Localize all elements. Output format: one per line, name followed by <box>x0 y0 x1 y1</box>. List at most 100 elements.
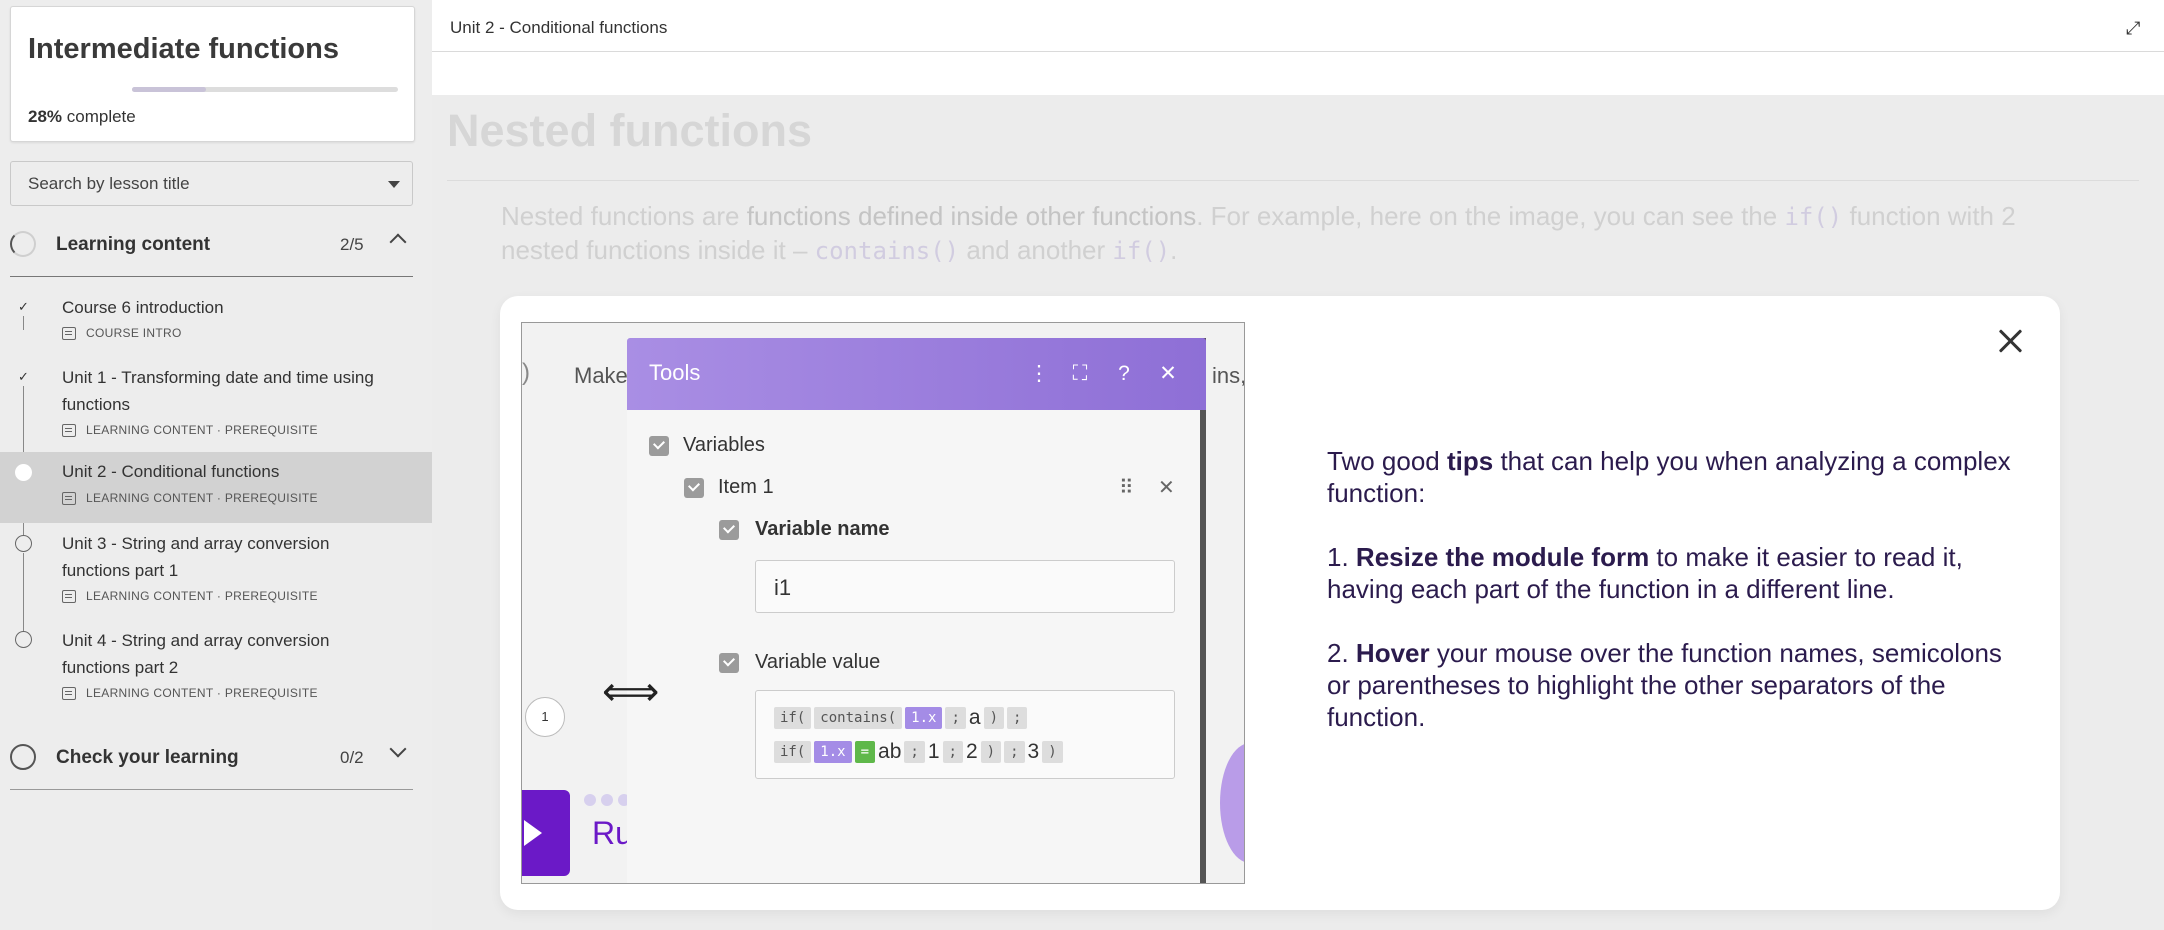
formula-chip: ) <box>980 741 1002 763</box>
formula-text: a <box>968 706 981 729</box>
tools-header: Tools ⋮ ⛶ ? ✕ <box>627 338 1206 410</box>
progress-suffix: complete <box>62 107 136 126</box>
lesson-title: Unit 2 - Conditional functions <box>62 462 280 481</box>
para-code: if() <box>1112 237 1171 265</box>
image-lightbox-modal: ) Make ins, Ru 1 Tools ⋮ ⛶ ? ✕ Variables… <box>500 296 2060 910</box>
lesson-item[interactable]: Unit 4 - String and array conversion fun… <box>0 627 432 713</box>
lesson-main: Unit 2 - Conditional functions ⤢ Nested … <box>432 0 2164 930</box>
tips-bold: Hover <box>1355 638 1430 668</box>
para-text: and another <box>959 235 1113 265</box>
variable-name-label: Variable name <box>755 518 890 540</box>
collapse-checkbox-icon <box>649 436 669 456</box>
lesson-meta: LEARNING CONTENT · PREREQUISITE <box>62 491 318 505</box>
tools-panel: Tools ⋮ ⛶ ? ✕ Variables Item 1 ⠿ ✕ Varia… <box>627 338 1206 883</box>
course-sidebar: Intermediate functions 28% complete Sear… <box>0 0 432 930</box>
tip-number: 2. <box>1327 638 1356 668</box>
section-count: 0/2 <box>340 748 364 767</box>
bg-paren: ) <box>522 359 530 386</box>
maximize-icon: ⛶ <box>1072 362 1088 385</box>
formula-chip: 1.x <box>814 741 852 763</box>
lightbox-image: ) Make ins, Ru 1 Tools ⋮ ⛶ ? ✕ Variables… <box>521 322 1245 884</box>
collapse-checkbox-icon <box>719 653 739 673</box>
section-divider <box>10 276 413 277</box>
formula-chip: 1.x <box>905 707 943 729</box>
bg-text: Make <box>574 363 628 388</box>
tips-bold: tips <box>1446 446 1494 476</box>
para-text: Nested functions are <box>501 201 747 231</box>
caret-down-icon <box>388 181 400 188</box>
bg-text: ins, <box>1212 363 1245 388</box>
lesson-meta-text: LEARNING CONTENT · PREREQUISITE <box>86 423 318 437</box>
run-button <box>522 790 570 876</box>
heading-divider <box>447 180 2139 181</box>
intro-paragraph: Nested functions are functions defined i… <box>501 200 2021 268</box>
course-title: Intermediate functions <box>28 33 339 65</box>
slides-icon <box>62 491 76 505</box>
circle-icon <box>15 631 32 648</box>
lesson-title: Unit 4 - String and array conversion fun… <box>62 631 330 677</box>
progress-bar <box>132 87 398 92</box>
variable-value-field: if(contains(1.x; a); if(1.x = ab; 1; 2); 3) <box>755 690 1175 779</box>
slides-icon <box>62 686 76 700</box>
progress-ring-icon <box>10 231 36 257</box>
lesson-title: Unit 3 - String and array conversion fun… <box>62 534 330 580</box>
formula-chip: ; <box>904 741 925 763</box>
chevron-down-icon[interactable] <box>389 740 407 758</box>
remove-icon: ✕ <box>1158 477 1175 499</box>
variable-name-field: i1 <box>755 560 1175 613</box>
slides-icon <box>62 589 76 603</box>
lesson-item[interactable]: ✓ Course 6 introduction COURSE INTRO <box>0 290 432 352</box>
lesson-title: Course 6 introduction <box>62 298 224 317</box>
lesson-topbar: Unit 2 - Conditional functions ⤢ <box>432 6 2164 52</box>
check-icon: ✓ <box>15 368 32 385</box>
collapse-checkbox-icon <box>719 520 739 540</box>
section-learning-content[interactable]: Learning content 2/5 <box>10 222 413 268</box>
formula-text: 1 <box>927 740 940 763</box>
check-icon: ✓ <box>15 298 32 315</box>
formula-text: ab <box>878 740 902 763</box>
section-divider <box>10 789 413 790</box>
tips-text-span: Two good <box>1327 446 1447 476</box>
formula-chip: ) <box>983 707 1005 729</box>
step-number: 1 <box>525 697 565 737</box>
lesson-meta: LEARNING CONTENT · PREREQUISITE <box>62 589 318 603</box>
close-icon[interactable] <box>1995 325 2027 357</box>
formula-chip: if( <box>774 707 812 729</box>
lesson-search-select[interactable]: Search by lesson title <box>10 161 413 206</box>
page-heading: Nested functions <box>447 105 813 156</box>
lesson-meta: COURSE INTRO <box>62 326 182 340</box>
formula-chip: ; <box>1004 741 1025 763</box>
formula-chip: ) <box>1042 741 1063 763</box>
lesson-item[interactable]: Unit 3 - String and array conversion fun… <box>0 530 432 616</box>
circle-icon <box>15 535 32 552</box>
resize-arrow-icon: ⟺ <box>602 670 660 714</box>
lesson-meta: LEARNING CONTENT · PREREQUISITE <box>62 423 318 437</box>
lesson-meta-text: LEARNING CONTENT · PREREQUISITE <box>86 686 318 700</box>
tips-intro: Two good tips that can help you when ana… <box>1327 445 2027 509</box>
formula-row: if(1.x = ab; 1; 2); 3) <box>774 740 1066 764</box>
lesson-topbar-title: Unit 2 - Conditional functions <box>450 18 668 37</box>
formula-chip: = <box>854 741 876 763</box>
tools-title: Tools <box>649 360 701 385</box>
course-card: Intermediate functions 28% complete <box>10 6 415 142</box>
progress-text: 28% complete <box>28 107 136 127</box>
variable-name-value: i1 <box>774 575 792 600</box>
circle-icon <box>10 744 36 770</box>
lesson-item[interactable]: ✓ Unit 1 - Transforming date and time us… <box>0 360 432 448</box>
help-icon: ? <box>1118 362 1130 385</box>
section-check-your-learning[interactable]: Check your learning 0/2 <box>10 735 413 781</box>
more-vertical-icon: ⋮ <box>1028 362 1050 385</box>
para-text: . <box>1170 235 1178 265</box>
collapse-checkbox-icon <box>684 478 704 498</box>
progress-value: 28% <box>28 107 63 126</box>
tip-2: 2. Hover your mouse over the function na… <box>1327 637 2027 733</box>
tip-1: 1. Resize the module form to make it eas… <box>1327 541 2027 605</box>
formula-text: 3 <box>1027 740 1040 763</box>
chevron-up-icon[interactable] <box>389 233 407 251</box>
item-label: Item 1 <box>718 476 774 498</box>
document-icon <box>62 326 76 340</box>
lesson-item-current[interactable]: Unit 2 - Conditional functions LEARNING … <box>0 452 432 523</box>
expand-icon[interactable]: ⤢ <box>2126 18 2148 40</box>
variables-label: Variables <box>683 434 765 456</box>
drag-handle-icon: ⠿ <box>1119 477 1134 499</box>
